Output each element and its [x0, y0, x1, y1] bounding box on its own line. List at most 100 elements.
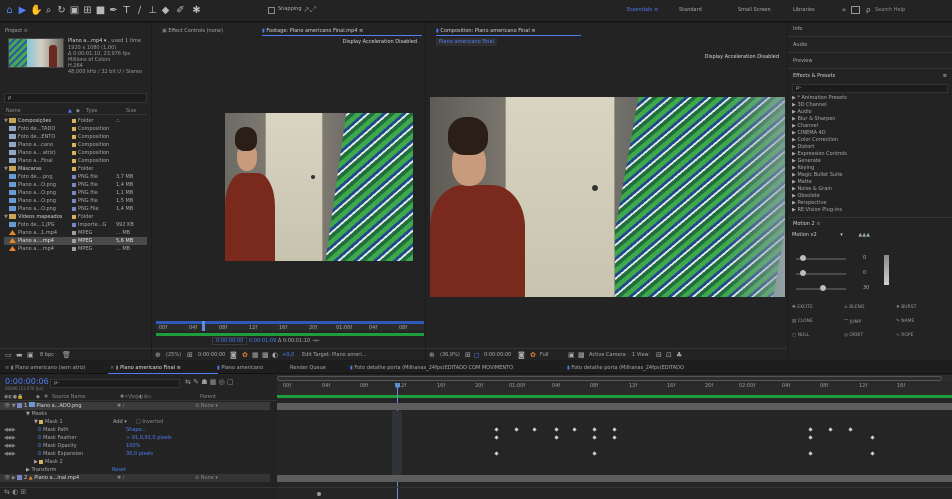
render-queue-tab[interactable]: Render Queue [290, 363, 326, 373]
motion-orbit-button[interactable]: ◎ ORBIT [844, 333, 863, 338]
brush-tool-icon[interactable]: ∕ [134, 5, 145, 16]
keyframe[interactable] [828, 427, 833, 432]
snap-options-icon[interactable]: ↗⤢ [303, 5, 316, 15]
timeline-timecode[interactable]: 0:00:00:06 [5, 377, 49, 386]
toggle-switches-icon[interactable]: ⇆ ◐ ⊞ [4, 488, 26, 496]
type-tool-icon[interactable]: T [121, 5, 132, 16]
project-col-type[interactable]: Type [86, 107, 97, 115]
project-item[interactable]: Plano a...O.png PNG File 1,4 MB [4, 205, 147, 213]
transform-row[interactable]: ▶ Transform Reset [0, 466, 270, 474]
keyframe[interactable] [612, 435, 617, 440]
effects-category[interactable]: ▶ Distort [792, 144, 952, 151]
keyframe[interactable] [554, 435, 559, 440]
timeline-tab[interactable]: ≡ ▮ Plano americano (sem atriz) [5, 363, 86, 373]
motion-value-2[interactable]: 0 [863, 270, 866, 276]
snapping-checkbox[interactable] [268, 7, 275, 14]
masks-row[interactable]: ▼ Masks [0, 410, 270, 418]
effects-category[interactable]: ▶ Perspective [792, 200, 952, 207]
workspace-overflow[interactable]: » [842, 6, 846, 14]
motion-clone-button[interactable]: ▥ CLONE [792, 319, 813, 324]
project-panel-title[interactable]: Project ≡ [5, 26, 28, 36]
project-item-selected[interactable]: Plano a....mp4 MPEG 5,6 MB [4, 237, 147, 245]
shape-tool-icon[interactable]: ■ [95, 5, 106, 16]
shy-icon[interactable]: ☗ [201, 378, 207, 386]
layer-row[interactable]: 👁 ▼ 1 Plano a...ADO.png ✱ ∕ ⊘ None ▾ [0, 402, 270, 410]
project-item[interactable]: Plano a...1.mp4 MPEG... MB [4, 229, 147, 237]
audio-section[interactable]: Audio [788, 39, 952, 53]
timeline-zoom-knob[interactable] [317, 492, 321, 496]
effects-category[interactable]: ▶ Obsolete [792, 193, 952, 200]
footage-exposure[interactable]: +0,0 [282, 352, 294, 358]
effects-category[interactable]: ▶ CINEMA 4D [792, 130, 952, 137]
timeline-tab[interactable]: ▮ Foto detalhe porta (Milhanas_24fps)EDI… [350, 363, 513, 373]
project-col-size[interactable]: Size [126, 107, 136, 115]
mask-1-row[interactable]: ▼ Mask 1 Add ▾ □ Inverted [0, 418, 270, 426]
composition-flow-tab[interactable]: Plano americano Final [436, 38, 497, 46]
footage-timecode[interactable]: 0:00:00:00 [198, 352, 225, 358]
effects-category[interactable]: ▶ Keying [792, 165, 952, 172]
footage-work-area-bar[interactable] [156, 333, 424, 336]
region-icon[interactable]: ⊞ [187, 351, 193, 359]
keyframe[interactable] [554, 427, 559, 432]
search-help-icon[interactable]: ρ [866, 6, 870, 14]
effects-search-input[interactable]: ρ– [792, 84, 948, 93]
effects-category[interactable]: ▶ 3D Channel [792, 102, 952, 109]
grid-icon[interactable]: ▦ [252, 351, 259, 359]
sync-settings-icon[interactable] [851, 6, 860, 14]
comp-target-region-icon[interactable]: ▣ [568, 351, 575, 359]
motion-slider-2-knob[interactable] [800, 270, 806, 276]
keyframe[interactable] [494, 451, 499, 456]
keyframe[interactable] [572, 427, 577, 432]
project-item[interactable]: Foto de...TADO Composition [4, 125, 147, 133]
transform-reset-link[interactable]: Reset [112, 466, 126, 474]
new-composition-icon[interactable]: ▣ [27, 351, 34, 359]
project-item[interactable]: Foto de...ENTO Composition [4, 133, 147, 141]
effects-category[interactable]: ▶ RE:Vision Plug-ins [792, 207, 952, 214]
eraser-tool-icon[interactable]: ◆ [160, 5, 171, 16]
pen-tool-icon[interactable]: ✒ [108, 5, 119, 16]
workspace-menu-icon[interactable]: ≡ [654, 7, 658, 13]
composition-zoom[interactable]: (36,9%) [440, 352, 460, 358]
footage-edit-target[interactable]: Edit Target: Plano ameri... [302, 352, 367, 358]
motion-null-button[interactable]: ▢ NULL [792, 333, 809, 338]
effects-category[interactable]: ▶ Generate [792, 158, 952, 165]
transparency-icon[interactable]: ▩ [262, 351, 269, 359]
effects-category[interactable]: ▶ Audio [792, 109, 952, 116]
comp-3d-icon[interactable]: ♣ [676, 351, 682, 359]
comp-crop-icon[interactable]: ◻ [474, 351, 480, 359]
switches-icons[interactable]: ✱✧\fx◎◐⊘◇ [120, 393, 152, 401]
mask-expansion-row[interactable]: ◀◆▶ ⏱ Mask Expansion 30,0 pixels [0, 450, 270, 458]
footage-in-time[interactable]: 0:00:00:00 [212, 337, 248, 345]
footage-out-time[interactable]: 0:00:01:09 [249, 338, 276, 344]
keyframe[interactable] [808, 427, 813, 432]
keyframe[interactable] [808, 435, 813, 440]
workspace-standard[interactable]: Standard [679, 7, 702, 13]
comp-region-icon[interactable]: ⊞ [465, 351, 471, 359]
keyframe[interactable] [870, 435, 875, 440]
interpret-footage-icon[interactable]: ▭ [5, 351, 12, 359]
motion-blur-icon[interactable]: ◎ [219, 378, 225, 386]
pan-behind-tool-icon[interactable]: ⊞ [82, 5, 93, 16]
graph-editor-icon[interactable]: ▢ [227, 378, 234, 386]
hand-tool-icon[interactable]: ✋ [30, 5, 42, 16]
timeline-ruler[interactable]: 00f 04f 08f 12f 16f 20f 01:00f 04f 08f 1… [277, 383, 952, 395]
timeline-zoom-bar[interactable] [277, 487, 952, 499]
motion-name-button[interactable]: ✎ NAME [896, 319, 914, 324]
clone-stamp-tool-icon[interactable]: ⊥ [147, 5, 158, 16]
timeline-work-area[interactable] [277, 395, 952, 398]
project-item[interactable]: Plano a...cano Composition [4, 141, 147, 149]
exposure-icon[interactable]: ◐ [272, 351, 278, 359]
project-item[interactable]: Foto de....png PNG file 3,7 MB [4, 173, 147, 181]
workspace-small-screen[interactable]: Small Screen [738, 7, 771, 13]
project-item[interactable]: Plano a....mp4 MPEG... MB [4, 245, 147, 253]
camera-tool-icon[interactable]: ▣ [69, 5, 80, 16]
effect-controls-tab[interactable]: ▣ Effect Controls (none) [162, 26, 223, 36]
composition-resolution[interactable]: Full [540, 352, 549, 358]
layer-row[interactable]: 👁 ▶ 2 ▲ Plano a...inal.mp4 ✱ ∕ ⊘ None ▾ [0, 474, 270, 482]
timeline-tab[interactable]: ▮ Plano americano [217, 363, 263, 373]
keyframe[interactable] [612, 427, 617, 432]
keyframe[interactable] [514, 427, 519, 432]
composition-camera[interactable]: Active Camera [589, 352, 626, 358]
timeline-tab[interactable]: ▮ Foto detalhe porta (Milhanas_24fps)EDI… [567, 363, 684, 373]
project-item[interactable]: Plano a...O.png PNG file 1,5 MB [4, 197, 147, 205]
